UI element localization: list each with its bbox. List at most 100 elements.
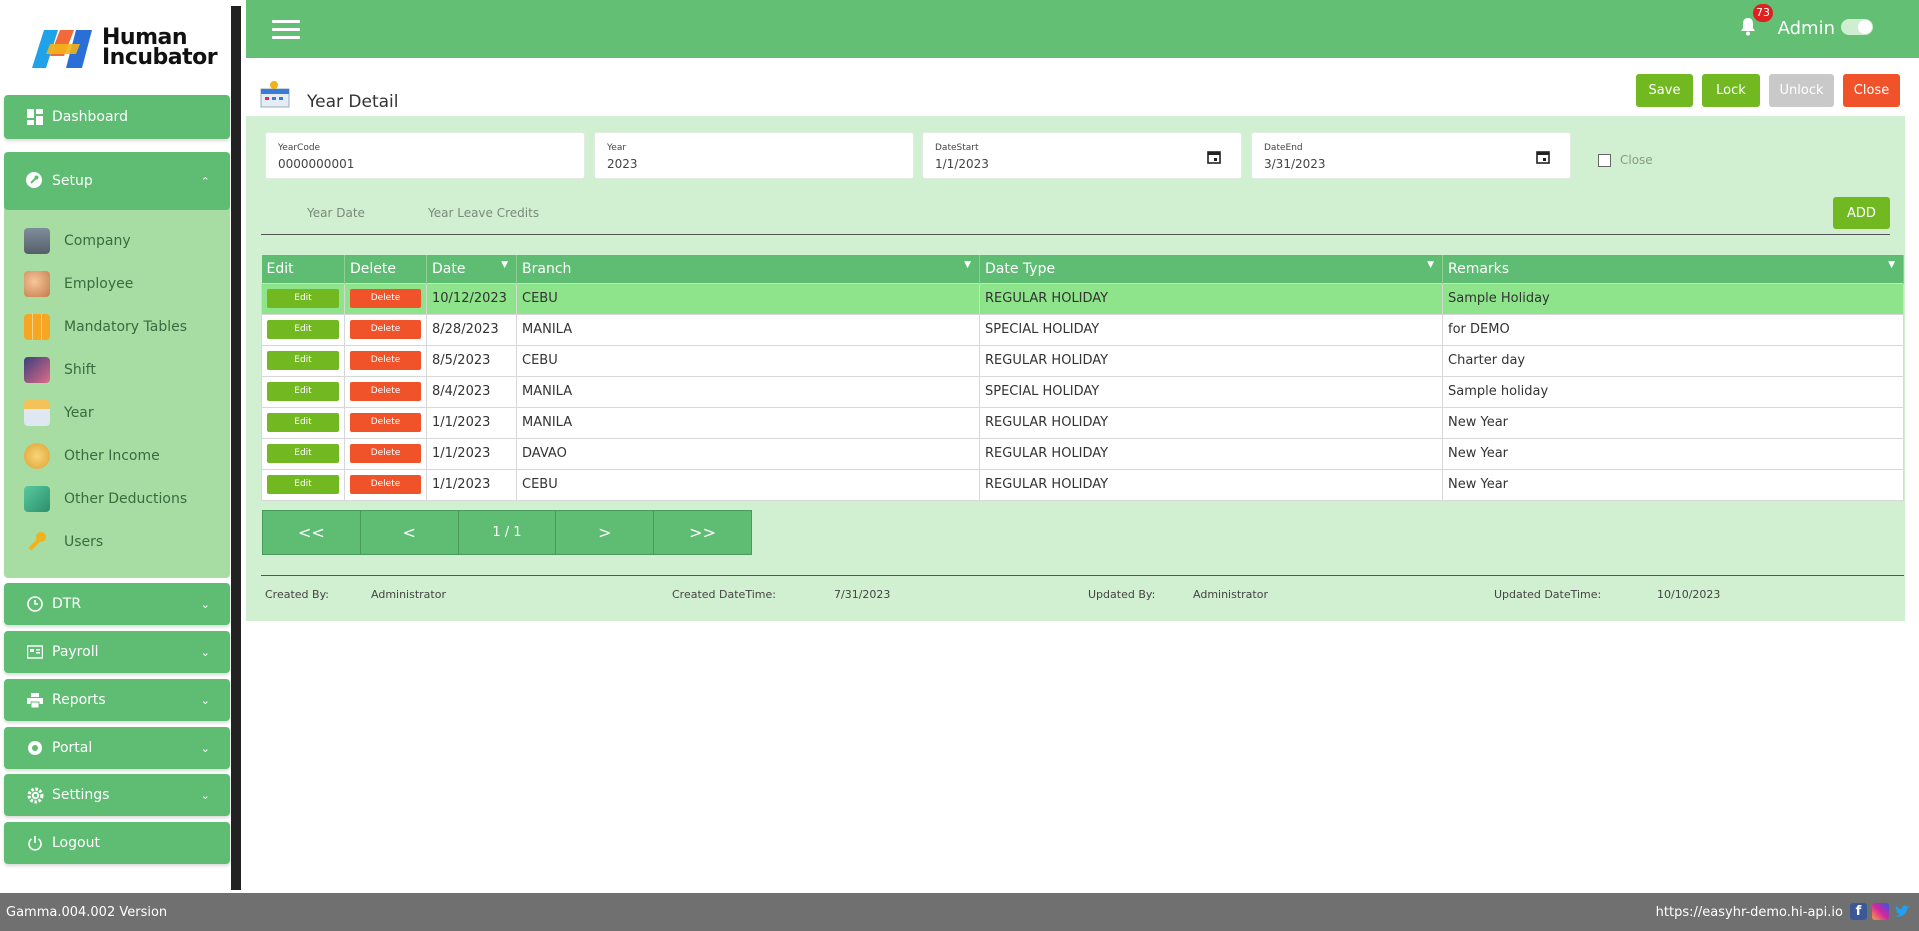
sidebar-item-users[interactable]: Users bbox=[24, 525, 103, 559]
filter-icon[interactable]: ▼ bbox=[1888, 260, 1895, 270]
edit-button[interactable]: Edit bbox=[267, 444, 339, 463]
updated-datetime-label: Updated DateTime: bbox=[1494, 588, 1602, 601]
instagram-icon[interactable] bbox=[1872, 903, 1889, 920]
sidebar-item-logout[interactable]: Logout bbox=[4, 822, 230, 864]
calendar-picker-icon[interactable] bbox=[1536, 150, 1550, 164]
delete-cell: Delete bbox=[344, 344, 427, 377]
date-type-cell: REGULAR HOLIDAY bbox=[979, 437, 1443, 470]
sidebar-item-other-deductions[interactable]: Other Deductions bbox=[24, 482, 187, 516]
delete-button[interactable]: Delete bbox=[350, 289, 421, 308]
table-row[interactable]: Edit Delete 8/28/2023 MANILA SPECIAL HOLIDAY… bbox=[261, 313, 1904, 346]
delete-button[interactable]: Delete bbox=[350, 413, 421, 432]
year-field[interactable]: Year 2023 bbox=[594, 132, 914, 179]
remarks-cell: Charter day bbox=[1442, 344, 1904, 377]
sidebar-scrollbar[interactable] bbox=[231, 6, 241, 890]
sidebar-item-employee[interactable]: Employee bbox=[24, 267, 133, 301]
date-start-field[interactable]: DateStart 1/1/2023 bbox=[922, 132, 1242, 179]
human-incubator-logo[interactable]: Human Incubator bbox=[30, 20, 218, 80]
previous-page-button[interactable]: < bbox=[361, 511, 459, 554]
delete-button[interactable]: Delete bbox=[350, 382, 421, 401]
theme-toggle[interactable] bbox=[1841, 19, 1873, 35]
logo-text-line2: Incubator bbox=[102, 45, 218, 70]
table-row[interactable]: Edit Delete 1/1/2023 CEBU REGULAR HOLIDAY New… bbox=[261, 468, 1904, 501]
edit-cell: Edit bbox=[261, 344, 345, 377]
sidebar-item-shift[interactable]: Shift bbox=[24, 353, 96, 387]
created-datetime-label: Created DateTime: bbox=[672, 588, 776, 601]
sidebar-item-portal[interactable]: Portal ⌄ bbox=[4, 727, 230, 769]
table-row[interactable]: Edit Delete 1/1/2023 DAVAO REGULAR HOLIDAY Ne… bbox=[261, 437, 1904, 470]
add-button[interactable]: ADD bbox=[1833, 197, 1890, 229]
save-button[interactable]: Save bbox=[1636, 74, 1693, 107]
field-label: DateStart bbox=[935, 143, 979, 153]
tab-year-leave-credits[interactable]: Year Leave Credits bbox=[428, 206, 539, 220]
delete-cell: Delete bbox=[344, 468, 427, 501]
user-name[interactable]: Admin bbox=[1778, 18, 1835, 39]
calendar-picker-icon[interactable] bbox=[1207, 150, 1221, 164]
facebook-icon[interactable]: f bbox=[1850, 903, 1867, 920]
table-row[interactable]: Edit Delete 8/5/2023 CEBU REGULAR HOLIDAY Cha… bbox=[261, 344, 1904, 377]
filter-icon[interactable]: ▼ bbox=[501, 260, 508, 270]
close-button[interactable]: Close bbox=[1843, 74, 1900, 107]
lock-button[interactable]: Lock bbox=[1702, 74, 1760, 107]
edit-button[interactable]: Edit bbox=[267, 351, 339, 370]
sidebar-item-dashboard[interactable]: Dashboard bbox=[4, 95, 230, 139]
column-header-remarks[interactable]: Remarks ▼ bbox=[1442, 255, 1904, 283]
unlock-button[interactable]: Unlock bbox=[1769, 74, 1834, 107]
column-header-date-type[interactable]: Date Type ▼ bbox=[979, 255, 1443, 283]
date-type-cell: REGULAR HOLIDAY bbox=[979, 468, 1443, 501]
date-cell: 1/1/2023 bbox=[426, 437, 517, 470]
created-by-label: Created By: bbox=[265, 588, 329, 601]
filter-icon[interactable]: ▼ bbox=[1427, 260, 1434, 270]
sidebar-item-setup[interactable]: Setup ⌃ bbox=[4, 152, 230, 210]
sidebar-item-company[interactable]: Company bbox=[24, 224, 131, 258]
remarks-cell: New Year bbox=[1442, 437, 1904, 470]
tab-year-date[interactable]: Year Date bbox=[307, 206, 365, 220]
delete-button[interactable]: Delete bbox=[350, 320, 421, 339]
pagination: << < 1 / 1 > >> bbox=[262, 510, 752, 555]
site-link[interactable]: https://easyhr-demo.hi-api.io bbox=[1656, 905, 1843, 920]
money-bag-icon bbox=[24, 443, 50, 469]
deductions-icon bbox=[24, 486, 50, 512]
sidebar-item-mandatory-tables[interactable]: Mandatory Tables bbox=[24, 310, 187, 344]
twitter-icon[interactable] bbox=[1894, 903, 1911, 920]
first-page-button[interactable]: << bbox=[263, 511, 361, 554]
field-label: YearCode bbox=[278, 143, 321, 153]
close-checkbox[interactable] bbox=[1598, 154, 1611, 167]
key-icon bbox=[24, 529, 50, 555]
sidebar-item-reports[interactable]: Reports ⌄ bbox=[4, 679, 230, 721]
edit-button[interactable]: Edit bbox=[267, 320, 339, 339]
hamburger-menu-icon[interactable] bbox=[272, 20, 300, 40]
column-header-date[interactable]: Date ▼ bbox=[426, 255, 517, 283]
column-header-branch[interactable]: Branch ▼ bbox=[516, 255, 980, 283]
sidebar-item-dtr[interactable]: DTR ⌄ bbox=[4, 583, 230, 625]
filter-icon[interactable]: ▼ bbox=[964, 260, 971, 270]
year-code-field[interactable]: YearCode 0000000001 bbox=[265, 132, 585, 179]
footer: Gamma.004.002 Version https://easyhr-dem… bbox=[0, 893, 1919, 931]
remarks-cell: New Year bbox=[1442, 406, 1904, 439]
sidebar-item-payroll[interactable]: Payroll ⌄ bbox=[4, 631, 230, 673]
sidebar-item-label: Mandatory Tables bbox=[64, 319, 188, 335]
logo-mark-icon bbox=[32, 30, 92, 68]
table-row[interactable]: Edit Delete 10/12/2023 CEBU REGULAR HOLIDAY S… bbox=[261, 282, 1904, 315]
last-page-button[interactable]: >> bbox=[654, 511, 751, 554]
delete-button[interactable]: Delete bbox=[350, 444, 421, 463]
next-page-button[interactable]: > bbox=[556, 511, 655, 554]
edit-button[interactable]: Edit bbox=[267, 289, 339, 308]
shift-icon bbox=[24, 357, 50, 383]
table-row[interactable]: Edit Delete 1/1/2023 MANILA REGULAR HOLIDAY N… bbox=[261, 406, 1904, 439]
table-header-row: Edit Delete Date ▼ Branch ▼ Date Type ▼ Rem… bbox=[261, 255, 1904, 283]
sidebar-item-settings[interactable]: Settings ⌄ bbox=[4, 774, 230, 816]
sidebar-item-year[interactable]: Year bbox=[24, 396, 94, 430]
branch-cell: MANILA bbox=[516, 406, 980, 439]
date-end-field[interactable]: DateEnd 3/31/2023 bbox=[1251, 132, 1571, 179]
delete-button[interactable]: Delete bbox=[350, 475, 421, 494]
table-row[interactable]: Edit Delete 8/4/2023 MANILA SPECIAL HOLIDAY S… bbox=[261, 375, 1904, 408]
edit-button[interactable]: Edit bbox=[267, 413, 339, 432]
edit-button[interactable]: Edit bbox=[267, 475, 339, 494]
date-type-cell: SPECIAL HOLIDAY bbox=[979, 313, 1443, 346]
sidebar-item-label: Year bbox=[64, 405, 94, 421]
edit-button[interactable]: Edit bbox=[267, 382, 339, 401]
top-bar: 73 Admin bbox=[246, 0, 1919, 58]
delete-button[interactable]: Delete bbox=[350, 351, 421, 370]
sidebar-item-other-income[interactable]: Other Income bbox=[24, 439, 160, 473]
